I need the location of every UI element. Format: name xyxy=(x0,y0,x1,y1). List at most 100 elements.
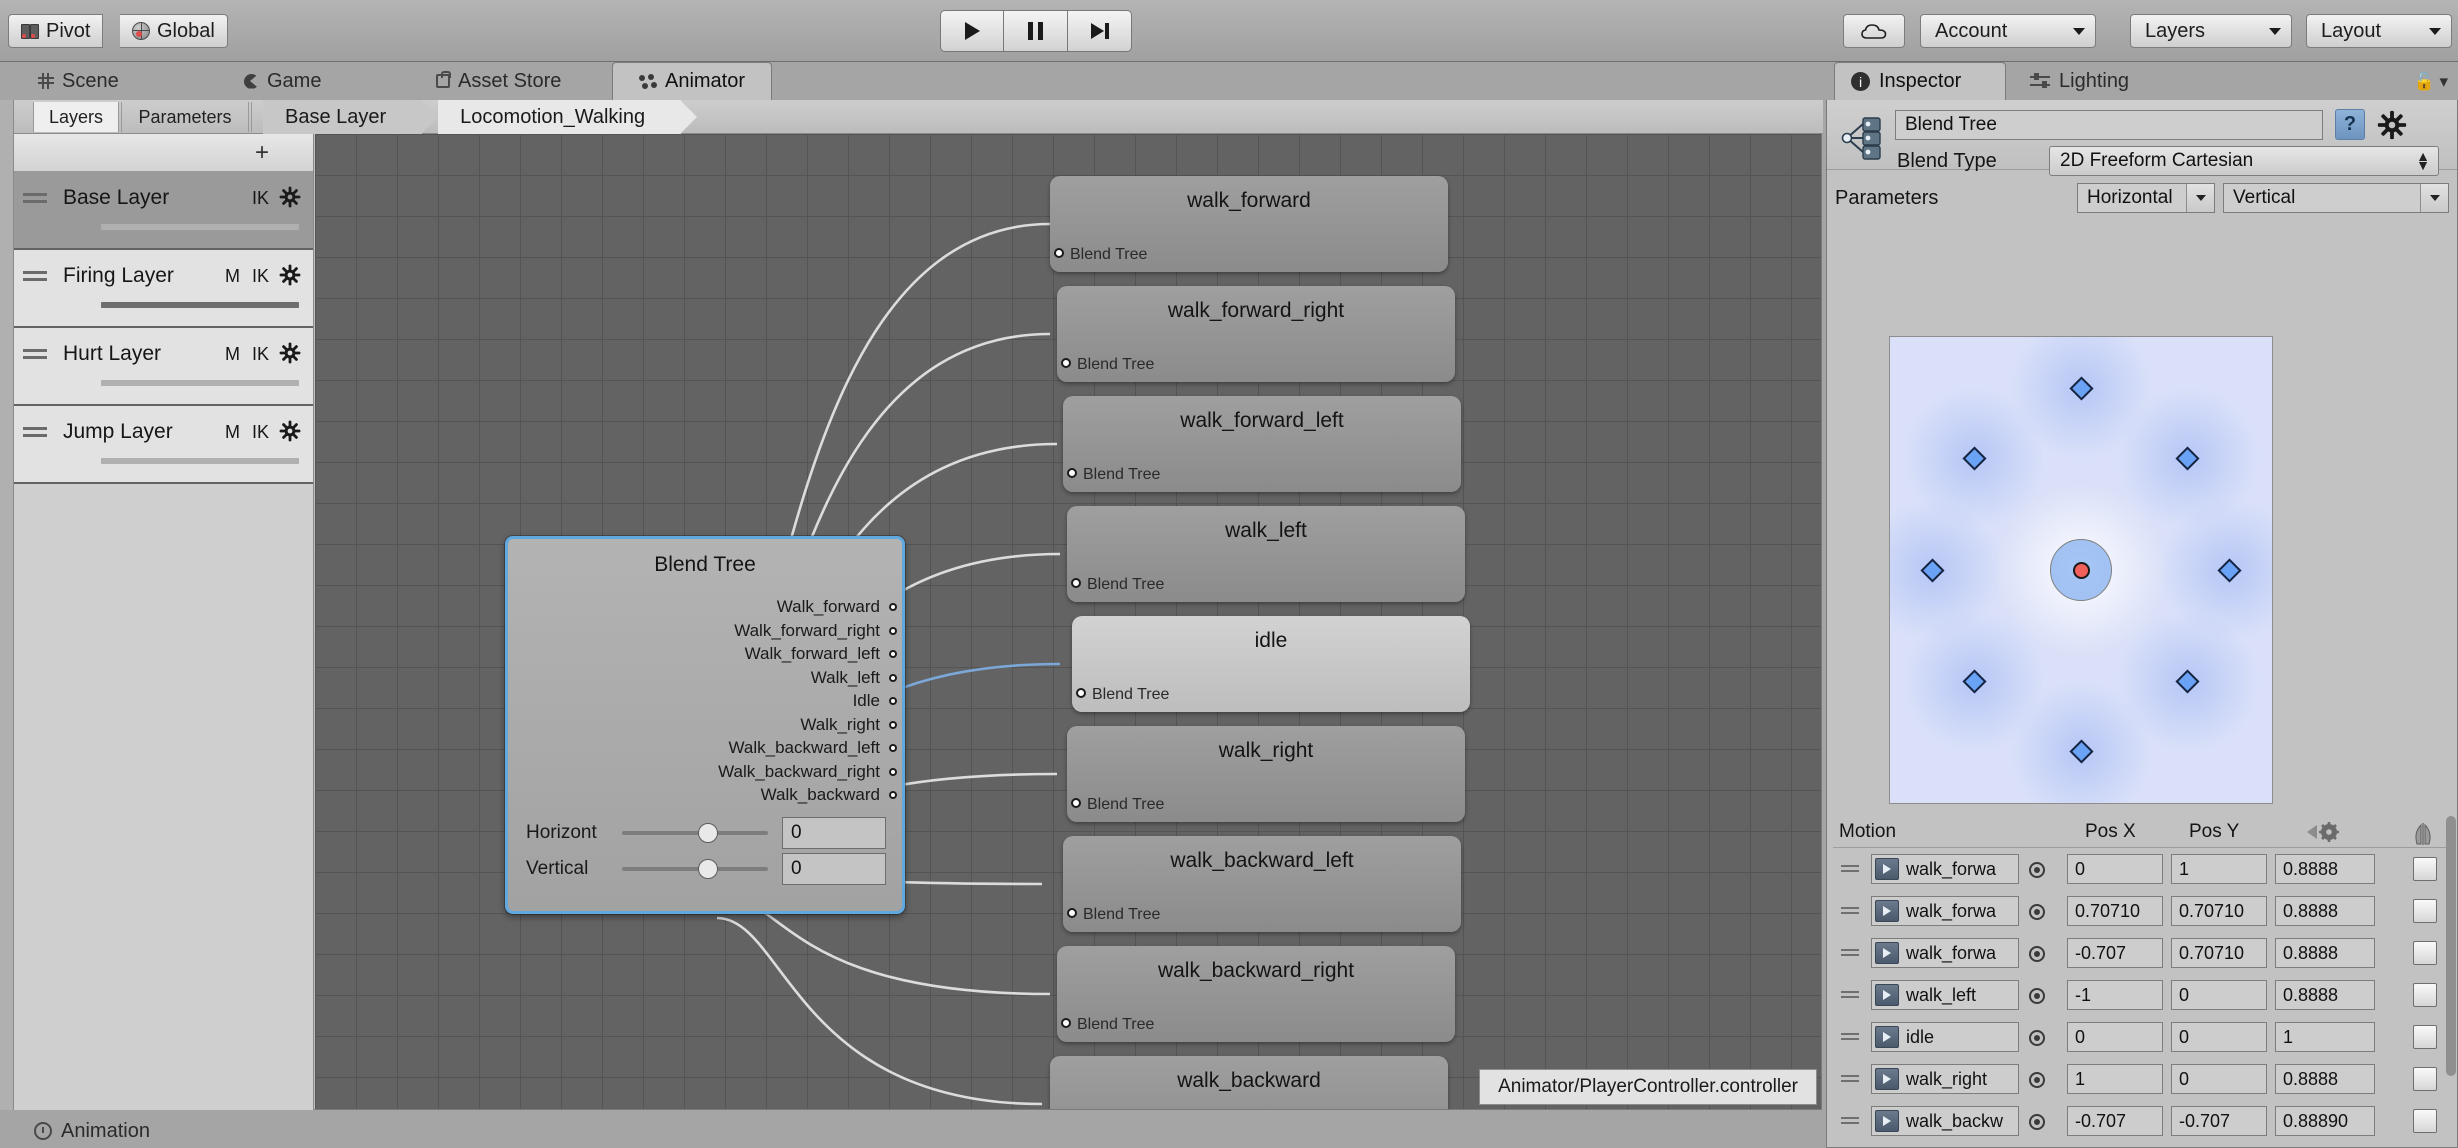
drag-handle-icon[interactable] xyxy=(1841,991,1859,999)
layer-weight-bar[interactable] xyxy=(101,224,299,230)
mirror-checkbox[interactable] xyxy=(2413,1025,2437,1049)
subtab-parameters[interactable]: Parameters xyxy=(121,102,249,132)
pos-y-field[interactable]: -0.707 xyxy=(2171,1106,2267,1136)
blend-tree-output[interactable]: Walk_forward_left xyxy=(718,642,880,666)
pos-x-field[interactable]: 0.70710 xyxy=(2067,896,2163,926)
subtab-layers[interactable]: Layers xyxy=(33,102,119,132)
blend-tree-output[interactable]: Walk_forward_right xyxy=(718,619,880,643)
blend-tree-output[interactable]: Walk_forward xyxy=(718,595,880,619)
speed-field[interactable]: 0.88890 xyxy=(2275,1106,2375,1136)
pos-x-field[interactable]: 0 xyxy=(2067,1022,2163,1052)
layer-weight-bar[interactable] xyxy=(101,380,299,386)
pos-x-field[interactable]: 0 xyxy=(2067,854,2163,884)
horizontal-value-field[interactable]: 0 xyxy=(782,817,886,849)
mirror-checkbox[interactable] xyxy=(2413,941,2437,965)
gear-icon[interactable] xyxy=(279,264,301,286)
drag-handle-icon[interactable] xyxy=(23,349,47,361)
step-button[interactable] xyxy=(1068,10,1132,52)
motion-name-field[interactable]: walk_backw xyxy=(1871,1106,2019,1136)
gear-icon[interactable] xyxy=(2377,110,2407,140)
tab-animation[interactable]: Animation xyxy=(22,1114,162,1148)
layer-row-jump-layer[interactable]: Jump Layer M IK xyxy=(1,406,313,484)
blend-tree-output[interactable]: Walk_right xyxy=(718,713,880,737)
blend-tree-output[interactable]: Walk_backward xyxy=(718,783,880,807)
state-node-walk-backward-left[interactable]: walk_backward_left Blend Tree xyxy=(1063,836,1461,932)
state-node-walk-forward[interactable]: walk_forward Blend Tree xyxy=(1050,176,1448,272)
tab-asset-store[interactable]: Asset Store xyxy=(420,62,577,100)
state-node-walk-forward-left[interactable]: walk_forward_left Blend Tree xyxy=(1063,396,1461,492)
drag-handle-icon[interactable] xyxy=(1841,949,1859,957)
blend-tree-output[interactable]: Walk_left xyxy=(718,666,880,690)
drag-handle-icon[interactable] xyxy=(23,193,47,205)
pivot-toggle-button[interactable]: Pivot xyxy=(8,14,103,48)
animator-state-graph[interactable]: walk_forward Blend Tree walk_forward_rig… xyxy=(315,134,1821,1109)
breadcrumb-base-layer[interactable]: Base Layer xyxy=(263,100,422,134)
pos-x-field[interactable]: -0.707 xyxy=(2067,938,2163,968)
motion-name-field[interactable]: walk_forwa xyxy=(1871,854,2019,884)
blend-tree-output[interactable]: Walk_backward_left xyxy=(718,736,880,760)
blend-tree-node[interactable]: Blend Tree Walk_forward Walk_forward_rig… xyxy=(505,536,905,914)
pos-x-field[interactable]: -1 xyxy=(2067,980,2163,1010)
pos-y-field[interactable]: 0 xyxy=(2171,980,2267,1010)
help-book-icon[interactable]: ? xyxy=(2335,109,2365,140)
mirror-checkbox[interactable] xyxy=(2413,1109,2437,1133)
asset-name-field[interactable]: Blend Tree xyxy=(1895,110,2323,140)
motion-name-field[interactable]: walk_left xyxy=(1871,980,2019,1010)
gear-icon[interactable] xyxy=(279,186,301,208)
blend-type-dropdown[interactable]: 2D Freeform Cartesian ▲▼ xyxy=(2049,146,2439,176)
state-node-walk-left[interactable]: walk_left Blend Tree xyxy=(1067,506,1465,602)
layer-weight-bar[interactable] xyxy=(101,302,299,308)
inspector-scrollbar[interactable] xyxy=(2446,816,2456,1076)
tab-game[interactable]: Game xyxy=(228,62,337,100)
motion-name-field[interactable]: walk_forwa xyxy=(1871,896,2019,926)
speed-field[interactable]: 0.8888 xyxy=(2275,854,2375,884)
motion-picker-icon[interactable] xyxy=(2029,862,2045,878)
state-node-walk-backward-right[interactable]: walk_backward_right Blend Tree xyxy=(1057,946,1455,1042)
drag-handle-icon[interactable] xyxy=(1841,907,1859,915)
vertical-slider[interactable] xyxy=(622,867,768,871)
lock-icon[interactable]: 🔓 ▾ xyxy=(2414,72,2448,92)
blend-tree-output[interactable]: Idle xyxy=(718,689,880,713)
drag-handle-icon[interactable] xyxy=(1841,865,1859,873)
motion-picker-icon[interactable] xyxy=(2029,1072,2045,1088)
state-node-walk-forward-right[interactable]: walk_forward_right Blend Tree xyxy=(1057,286,1455,382)
layer-row-firing-layer[interactable]: Firing Layer M IK xyxy=(1,250,313,328)
motion-picker-icon[interactable] xyxy=(2029,1114,2045,1130)
param-x-dropdown[interactable]: Horizontal xyxy=(2077,183,2215,213)
tab-lighting[interactable]: Lighting xyxy=(2014,62,2145,100)
pause-button[interactable] xyxy=(1004,10,1068,52)
speed-field[interactable]: 1 xyxy=(2275,1022,2375,1052)
mirror-checkbox[interactable] xyxy=(2413,899,2437,923)
motion-row[interactable]: walk_left -1 0 0.8888 xyxy=(1833,974,2453,1016)
motion-row[interactable]: walk_forwa -0.707 0.70710 0.8888 xyxy=(1833,932,2453,974)
motion-row[interactable]: walk_backw -0.707 -0.707 0.88890 xyxy=(1833,1100,2453,1142)
mirror-checkbox[interactable] xyxy=(2413,983,2437,1007)
state-node-idle[interactable]: idle Blend Tree xyxy=(1072,616,1470,712)
pos-y-field[interactable]: 0.70710 xyxy=(2171,938,2267,968)
blend-tree-output[interactable]: Walk_backward_right xyxy=(718,760,880,784)
motion-picker-icon[interactable] xyxy=(2029,946,2045,962)
collab-cloud-button[interactable] xyxy=(1843,14,1905,48)
speed-field[interactable]: 0.8888 xyxy=(2275,938,2375,968)
pos-x-field[interactable]: 1 xyxy=(2067,1064,2163,1094)
motion-name-field[interactable]: walk_right xyxy=(1871,1064,2019,1094)
play-button[interactable] xyxy=(940,10,1004,52)
drag-handle-icon[interactable] xyxy=(23,271,47,283)
horizontal-slider[interactable] xyxy=(622,831,768,835)
param-y-dropdown[interactable]: Vertical xyxy=(2223,183,2449,213)
pos-y-field[interactable]: 0 xyxy=(2171,1022,2267,1052)
tab-scene[interactable]: Scene xyxy=(22,62,135,100)
blend-cursor-handle[interactable] xyxy=(2073,562,2090,579)
pos-x-field[interactable]: -0.707 xyxy=(2067,1106,2163,1136)
motion-name-field[interactable]: walk_forwa xyxy=(1871,938,2019,968)
layers-dropdown[interactable]: Layers xyxy=(2130,14,2292,48)
motion-row[interactable]: walk_forwa 0.70710 0.70710 0.8888 xyxy=(1833,890,2453,932)
state-node-walk-backward[interactable]: walk_backward Blend Tree xyxy=(1050,1056,1448,1109)
global-toggle-button[interactable]: Global xyxy=(120,14,228,48)
pos-y-field[interactable]: 1 xyxy=(2171,854,2267,884)
drag-handle-icon[interactable] xyxy=(1841,1075,1859,1083)
blend-graph-preview[interactable] xyxy=(1889,336,2273,804)
motion-name-field[interactable]: idle xyxy=(1871,1022,2019,1052)
motion-picker-icon[interactable] xyxy=(2029,988,2045,1004)
add-layer-button[interactable]: + xyxy=(1,134,313,172)
